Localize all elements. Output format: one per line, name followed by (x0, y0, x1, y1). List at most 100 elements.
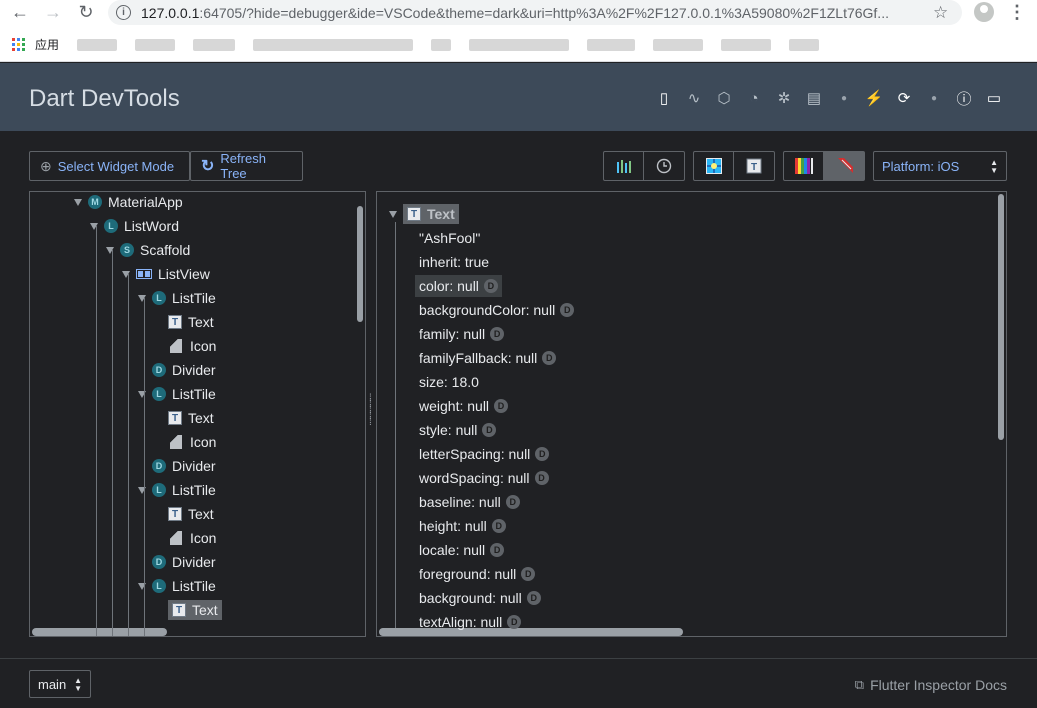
props-vertical-scrollbar[interactable] (998, 194, 1004, 440)
tree-guide-line (144, 298, 145, 636)
property-row[interactable]: familyFallback: null D (419, 347, 557, 369)
tree-node-materialapp[interactable]: M MaterialApp (74, 192, 183, 214)
apps-label[interactable]: 应用 (35, 36, 59, 53)
widget-tree-panel[interactable]: M MaterialApp L ListWord S Scaffold ListView L L… (29, 191, 366, 637)
tree-node-icon[interactable]: Icon (154, 334, 216, 358)
back-icon[interactable]: ← (9, 1, 31, 23)
tree-node-text[interactable]: T Text (154, 406, 214, 430)
props-root-node: T Text (403, 204, 459, 224)
tree-node-icon[interactable]: Icon (154, 526, 216, 550)
debug-banner-button[interactable] (824, 152, 864, 180)
bookmark-item[interactable] (789, 38, 820, 51)
bookmark-item[interactable] (587, 38, 636, 51)
performance-tab-icon[interactable]: ◔ (739, 85, 769, 111)
property-row[interactable]: textAlign: null D (419, 611, 522, 633)
property-row[interactable]: foreground: null D (419, 563, 536, 585)
tree-node-listword[interactable]: L ListWord (90, 214, 179, 238)
browser-menu-icon[interactable]: ⋮ (1008, 2, 1026, 23)
properties-panel[interactable]: T Text "AshFool" inherit: true color: null… (376, 191, 1007, 637)
performance-overlay-button[interactable] (604, 152, 644, 180)
tree-node-listtile[interactable]: L ListTile (138, 382, 216, 406)
tree-node-listtile[interactable]: L ListTile (138, 286, 216, 310)
property-row[interactable]: height: null D (419, 515, 506, 537)
slow-animations-button[interactable] (644, 152, 684, 180)
bookmark-item[interactable] (77, 38, 118, 51)
property-row[interactable]: inherit: true (419, 251, 489, 273)
tree-node-label: ListTile (172, 482, 216, 498)
refresh-tree-button[interactable]: ↻ Refresh Tree (190, 151, 303, 181)
property-row[interactable]: baseline: null D (419, 491, 520, 513)
tree-vertical-scrollbar[interactable] (357, 206, 363, 322)
bookmark-star-icon[interactable]: ☆ (933, 3, 948, 23)
expand-toggle-icon[interactable] (74, 198, 82, 206)
info-icon[interactable]: ⓘ (949, 85, 979, 111)
property-row[interactable]: wordSpacing: null D (419, 467, 549, 489)
props-root-row[interactable]: T Text (389, 202, 459, 226)
bookmark-item[interactable] (193, 38, 236, 51)
property-row[interactable]: size: 18.0 (419, 371, 479, 393)
logging-tab-icon[interactable]: ▤ (799, 85, 829, 111)
profile-avatar[interactable] (974, 2, 994, 22)
tree-node-listtile[interactable]: L ListTile (138, 478, 216, 502)
isolate-select[interactable]: main ▲ ▼ (29, 670, 91, 698)
site-info-icon[interactable]: i (116, 5, 131, 20)
tree-node-icon[interactable]: Icon (154, 430, 216, 454)
tree-node-label: Icon (190, 530, 217, 546)
select-widget-mode-button[interactable]: ⊕ Select Widget Mode (29, 151, 190, 181)
memory-tab-icon[interactable]: ⬡ (709, 85, 739, 111)
property-label: foreground: null (419, 566, 517, 582)
tree-node-divider[interactable]: D Divider (138, 358, 216, 382)
address-bar[interactable]: i 127.0.0.1:64705/?hide=debugger&ide=VSC… (108, 0, 962, 25)
widget-badge-icon: L (152, 483, 166, 497)
debug-banner-icon (835, 158, 853, 174)
inspector-docs-link[interactable]: ⧉ Flutter Inspector Docs (855, 677, 1007, 693)
forward-icon[interactable]: → (42, 1, 64, 23)
bookmark-item[interactable] (135, 38, 176, 51)
bookmark-item[interactable] (469, 38, 570, 51)
property-row[interactable]: color: null D (415, 275, 502, 297)
paint-baselines-button[interactable]: T (734, 152, 774, 180)
property-label: background: null (419, 590, 522, 606)
tree-node-content: D Divider (152, 458, 216, 474)
tree-node-label: ListWord (124, 218, 179, 234)
property-row[interactable]: family: null D (419, 323, 505, 345)
tree-node-divider[interactable]: D Divider (138, 454, 216, 478)
debug-paint-button[interactable] (694, 152, 734, 180)
repaint-group (783, 151, 865, 181)
bookmark-item[interactable] (653, 38, 704, 51)
feedback-icon[interactable]: ▭ (979, 85, 1009, 111)
tree-node-text[interactable]: T Text (154, 598, 222, 622)
tree-node-label: Divider (172, 458, 216, 474)
expand-toggle-icon[interactable] (389, 210, 397, 218)
platform-select[interactable]: Platform: iOS ▲ ▼ (873, 151, 1007, 181)
apps-grid-icon[interactable] (12, 38, 25, 51)
flutter-inspector-tab-icon[interactable]: ▯ (649, 85, 679, 111)
tree-node-text[interactable]: T Text (154, 502, 214, 526)
property-row[interactable]: background: null D (419, 587, 541, 609)
property-row[interactable]: style: null D (419, 419, 497, 441)
bookmark-item[interactable] (253, 38, 414, 51)
hot-reload-icon[interactable]: ⚡ (859, 85, 889, 111)
property-row[interactable]: "AshFool" (419, 227, 480, 249)
bookmark-item[interactable] (431, 38, 452, 51)
debugger-tab-icon[interactable]: ✲ (769, 85, 799, 111)
property-row[interactable]: locale: null D (419, 539, 505, 561)
tree-horizontal-scrollbar[interactable] (32, 628, 167, 636)
tree-node-divider[interactable]: D Divider (138, 550, 216, 574)
reload-icon[interactable]: ↻ (75, 1, 97, 23)
bookmark-item[interactable] (721, 38, 772, 51)
icon-widget-icon (170, 339, 182, 353)
property-row[interactable]: weight: null D (419, 395, 509, 417)
timeline-tab-icon[interactable]: ∿ (679, 85, 709, 111)
repaint-rainbow-button[interactable] (784, 152, 824, 180)
property-row[interactable]: backgroundColor: null D (419, 299, 575, 321)
panel-splitter-handle[interactable]: ⁞ ⁞ ⁞ ⁞ ⁞ (369, 394, 372, 428)
tree-node-content: T Text (168, 410, 214, 426)
text-widget-icon: T (168, 507, 182, 521)
tree-node-listtile[interactable]: L ListTile (138, 574, 216, 598)
tree-node-scaffold[interactable]: S Scaffold (106, 238, 190, 262)
tree-node-text[interactable]: T Text (154, 310, 214, 334)
hot-restart-icon[interactable]: ⟳ (889, 85, 919, 111)
tree-node-listview[interactable]: ListView (122, 262, 210, 286)
property-row[interactable]: letterSpacing: null D (419, 443, 550, 465)
